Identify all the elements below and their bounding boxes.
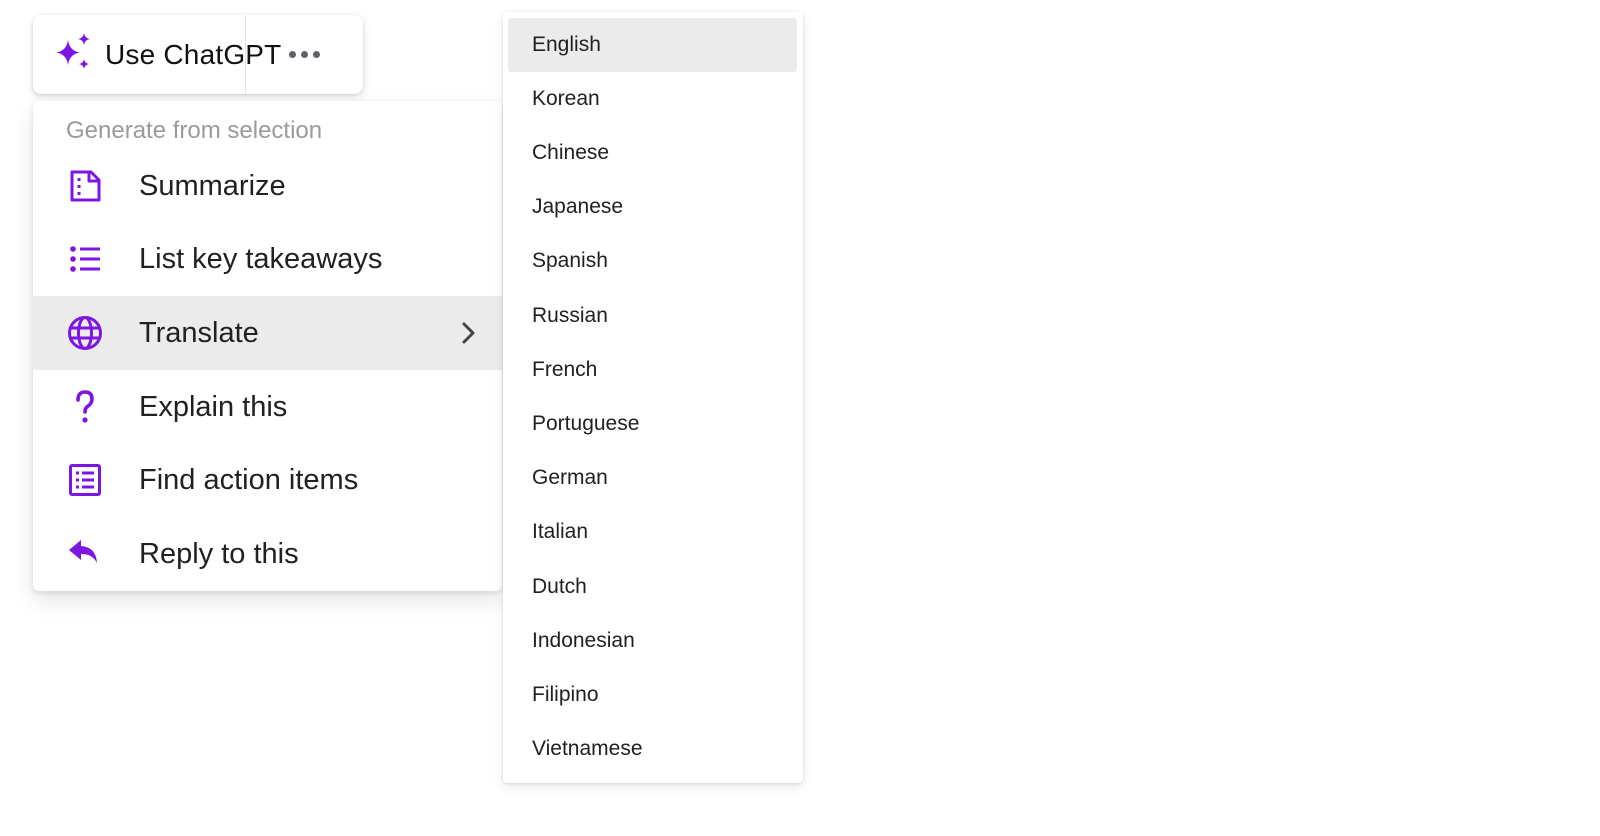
menu-item-label: Translate [139, 316, 259, 349]
menu-item-label: Find action items [139, 463, 359, 496]
language-option[interactable]: English [508, 18, 797, 72]
menu-item-list-key-takeaways[interactable]: List key takeaways [33, 222, 502, 296]
menu-item-summarize[interactable]: Summarize [33, 149, 502, 223]
menu-item-reply-to-this[interactable]: Reply to this [33, 517, 502, 591]
globe-icon [67, 315, 103, 351]
sparkle-icon [53, 32, 93, 77]
language-option[interactable]: Italian [508, 505, 797, 559]
language-option[interactable]: Filipino [508, 668, 797, 722]
language-option[interactable]: Chinese [508, 126, 797, 180]
language-option[interactable]: Spanish [508, 234, 797, 288]
more-options-button[interactable] [246, 15, 363, 94]
menu-item-label: Summarize [139, 169, 286, 202]
chatgpt-toolbar: Use ChatGPT [33, 15, 363, 94]
menu-item-label: List key takeaways [139, 242, 383, 275]
language-option[interactable]: German [508, 451, 797, 505]
menu-header: Generate from selection [66, 117, 323, 144]
use-chatgpt-button[interactable]: Use ChatGPT [33, 15, 281, 94]
language-option[interactable]: Indonesian [508, 614, 797, 668]
language-option[interactable]: Japanese [508, 180, 797, 234]
question-mark-icon [67, 389, 103, 425]
menu-item-label: Reply to this [139, 537, 299, 570]
menu-item-find-action-items[interactable]: Find action items [33, 443, 502, 517]
menu-item-explain-this[interactable]: Explain this [33, 370, 502, 444]
chevron-right-icon [459, 320, 479, 346]
document-icon [67, 168, 103, 204]
language-option[interactable]: Russian [508, 289, 797, 343]
more-horizontal-icon [289, 51, 320, 58]
generate-menu: Generate from selection Summarize List k… [33, 101, 502, 591]
list-icon [67, 241, 103, 277]
language-option[interactable]: French [508, 343, 797, 397]
menu-item-label: Explain this [139, 390, 288, 423]
language-option[interactable]: Vietnamese [508, 722, 797, 776]
menu-item-translate[interactable]: Translate [33, 296, 502, 370]
reply-icon [67, 536, 103, 572]
language-submenu: English Korean Chinese Japanese Spanish … [503, 12, 803, 783]
language-option[interactable]: Dutch [508, 560, 797, 614]
language-option[interactable]: Korean [508, 72, 797, 126]
language-option[interactable]: Portuguese [508, 397, 797, 451]
checklist-icon [67, 462, 103, 498]
